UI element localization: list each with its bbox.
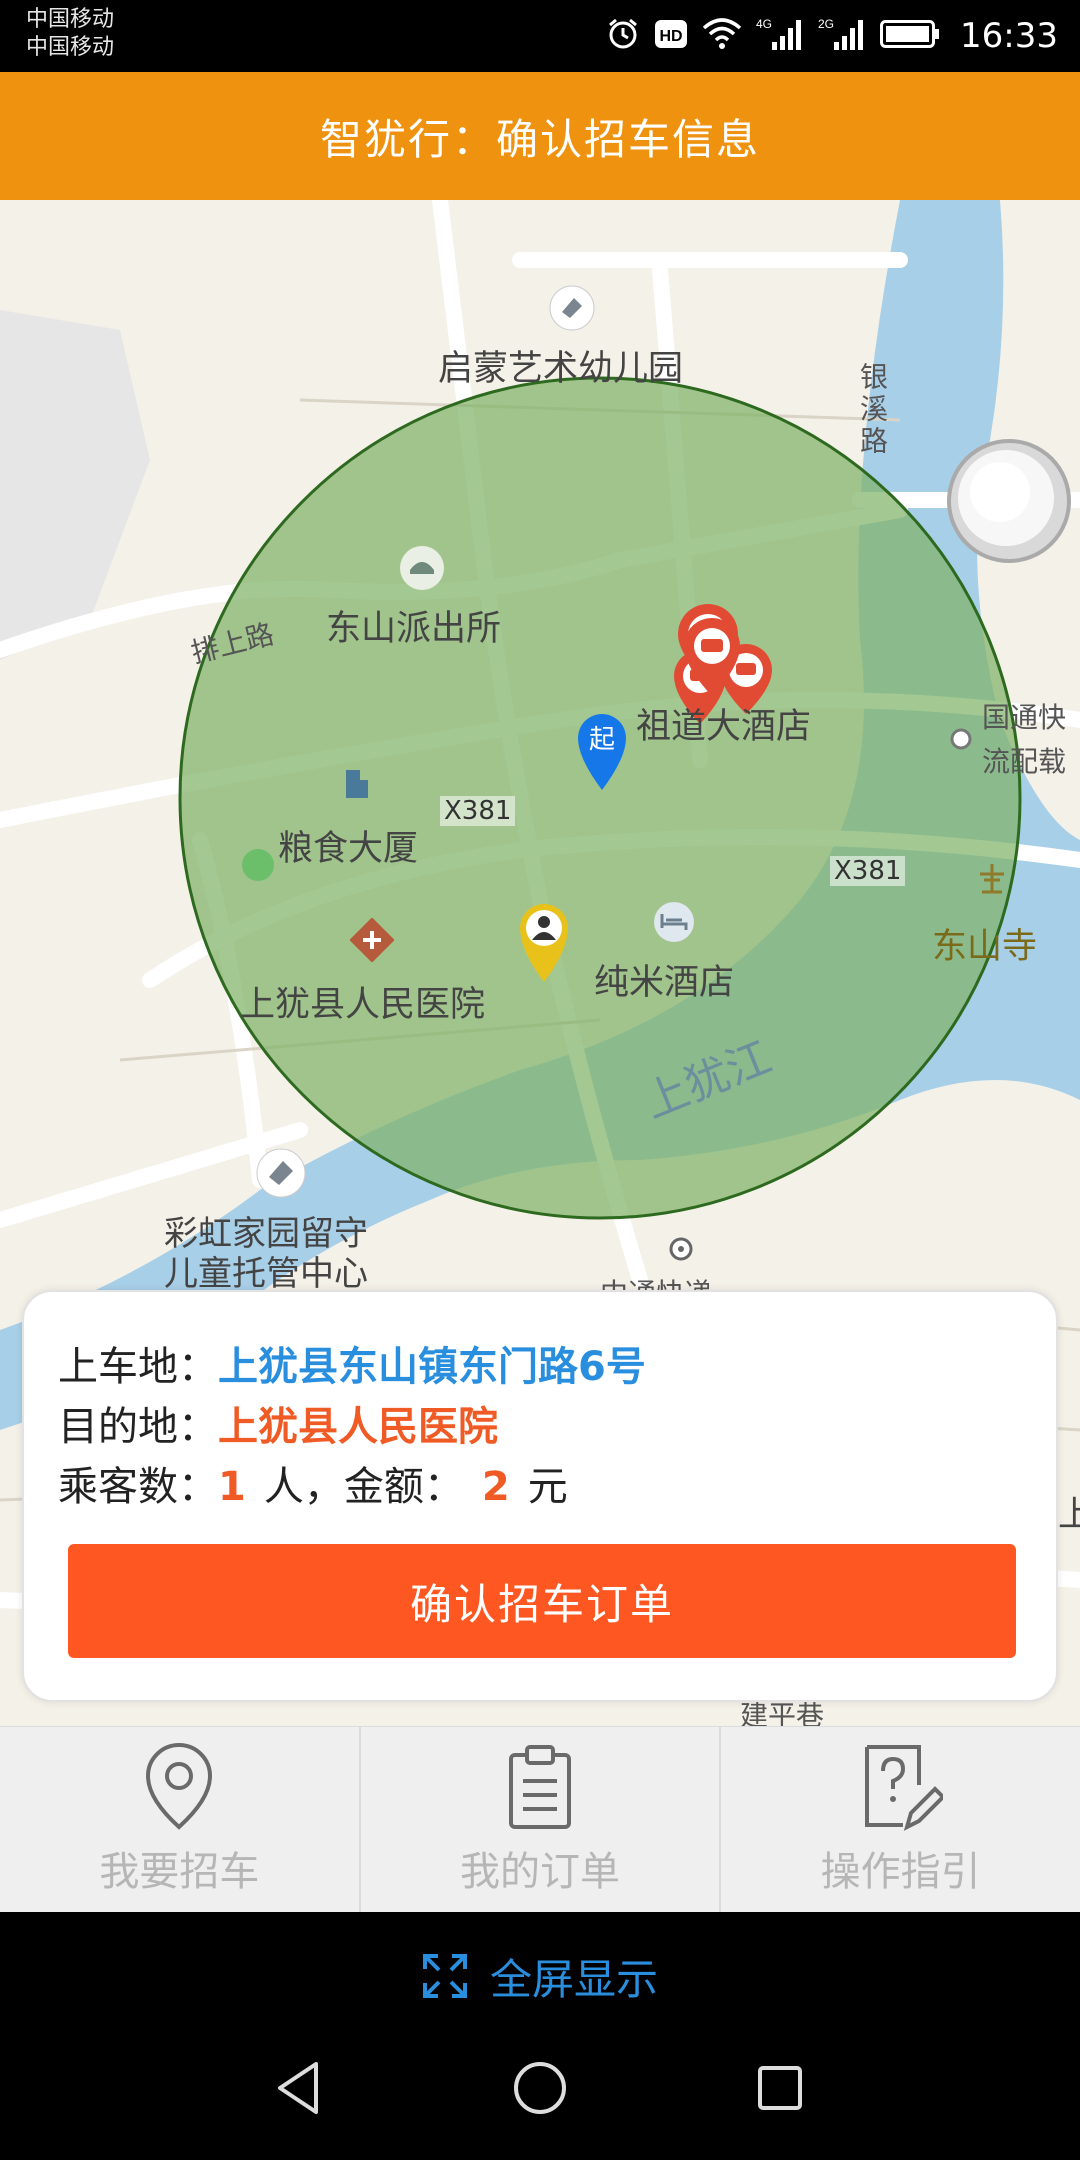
hotel-poi-icon[interactable]: [652, 900, 696, 948]
label-shang-right: 上: [1058, 1495, 1080, 1535]
pickup-row: 上车地：上犹县东山镇东门路6号: [58, 1334, 646, 1392]
childcare-poi-icon[interactable]: [254, 1146, 308, 1204]
destination-row: 目的地：上犹县人民医院: [58, 1394, 498, 1452]
passenger-marker-icon[interactable]: [518, 902, 570, 988]
pickup-label: 上车地：: [58, 1344, 218, 1390]
label-police: 东山派出所: [326, 609, 502, 649]
label-yinxi-road: 银溪路: [856, 362, 889, 458]
app-header: 智犹行：确认招车信息: [0, 72, 1080, 200]
clock: 16:33: [960, 16, 1058, 56]
nav-guide-label: 操作指引: [820, 1849, 981, 1895]
nav-my-orders-label: 我的订单: [460, 1849, 620, 1895]
clipboard-icon: [509, 1745, 571, 1829]
start-marker[interactable]: 起: [576, 712, 628, 796]
amount-value: 2: [481, 1464, 510, 1510]
status-icons: HD 4G 2G 16:33: [606, 10, 1058, 62]
system-nav-bar: [0, 2040, 1080, 2160]
alarm-icon: [606, 17, 640, 55]
network-1-text: 4G: [756, 17, 772, 31]
recents-button[interactable]: [748, 2056, 812, 2124]
temple-poi-icon[interactable]: [974, 860, 1010, 900]
nav-hail-car[interactable]: 我要招车: [0, 1727, 361, 1912]
help-doc-icon: [864, 1745, 943, 1831]
status-bar: 中国移动 中国移动 HD 4G 2G 16:33: [0, 0, 1080, 72]
recents-icon: [758, 2066, 802, 2110]
building-poi-icon[interactable]: [336, 764, 376, 808]
bottom-nav: 我要招车 我的订单 操作指引: [0, 1726, 1080, 1912]
compass-button[interactable]: [944, 436, 1074, 570]
carrier-info: 中国移动 中国移动: [26, 6, 114, 62]
battery-icon: [880, 20, 940, 52]
label-chunmi-hotel: 纯米酒店: [594, 963, 735, 1003]
logistics-poi-icon[interactable]: [948, 726, 974, 756]
label-kindergarten: 启蒙艺术幼儿园: [438, 349, 684, 389]
passengers-row: 乘客数：1 人，金额： 2 元: [58, 1454, 568, 1512]
label-hotel-zudao: 祖道大酒店: [636, 707, 812, 747]
nav-my-orders[interactable]: 我的订单: [361, 1727, 722, 1912]
nav-hail-car-label: 我要招车: [99, 1849, 260, 1895]
carrier-1: 中国移动: [26, 7, 115, 32]
home-icon: [514, 2062, 566, 2114]
signal-2g-icon: 2G: [818, 16, 866, 56]
network-2-text: 2G: [818, 17, 834, 31]
passengers-unit: 人，金额：: [263, 1464, 464, 1510]
label-x381-right: X381: [830, 856, 906, 886]
police-poi-icon[interactable]: [398, 544, 446, 596]
label-guotong-2: 流配载: [982, 745, 1067, 778]
pickup-value: 上犹县东山镇东门路6号: [218, 1344, 646, 1390]
order-info-card: 上车地：上犹县东山镇东门路6号 目的地：上犹县人民医院 乘客数：1 人，金额： 2 元…: [22, 1290, 1058, 1702]
destination-value: 上犹县人民医院: [218, 1404, 498, 1450]
label-x381-left: X381: [440, 796, 516, 826]
page-title: 智犹行：确认招车信息: [319, 114, 760, 164]
fullscreen-label: 全屏显示: [489, 1954, 658, 2004]
label-caihong-2: 儿童托管中心: [164, 1254, 368, 1294]
label-guotong: 国通快: [982, 701, 1067, 734]
fullscreen-toggle[interactable]: 全屏显示: [0, 1912, 1080, 2040]
hd-text: HD: [659, 28, 682, 45]
label-grain-building: 粮食大厦: [278, 829, 419, 869]
school-poi-icon[interactable]: [548, 284, 596, 336]
location-pin-icon: [146, 1742, 213, 1830]
carrier-2: 中国移动: [26, 35, 115, 60]
courier-poi-icon[interactable]: [668, 1236, 694, 1266]
home-button[interactable]: [508, 2056, 572, 2124]
wifi-icon: [702, 18, 742, 54]
nav-guide[interactable]: 操作指引: [721, 1727, 1080, 1912]
label-hospital: 上犹县人民医院: [240, 985, 486, 1025]
label-dongshan-temple: 东山寺: [932, 927, 1038, 967]
amount-unit: 元: [527, 1464, 568, 1510]
passengers-value: 1: [218, 1464, 246, 1510]
confirm-order-button[interactable]: 确认招车订单: [68, 1544, 1016, 1658]
back-icon: [278, 2062, 318, 2114]
fullscreen-icon: [422, 1954, 467, 1998]
start-marker-label: 起: [589, 725, 615, 755]
back-button[interactable]: [268, 2056, 332, 2124]
hd-icon: HD: [654, 19, 688, 53]
destination-label: 目的地：: [58, 1404, 218, 1450]
signal-4g-icon: 4G: [756, 16, 804, 56]
passengers-label: 乘客数：: [58, 1464, 218, 1510]
hospital-poi-icon[interactable]: [349, 917, 395, 966]
